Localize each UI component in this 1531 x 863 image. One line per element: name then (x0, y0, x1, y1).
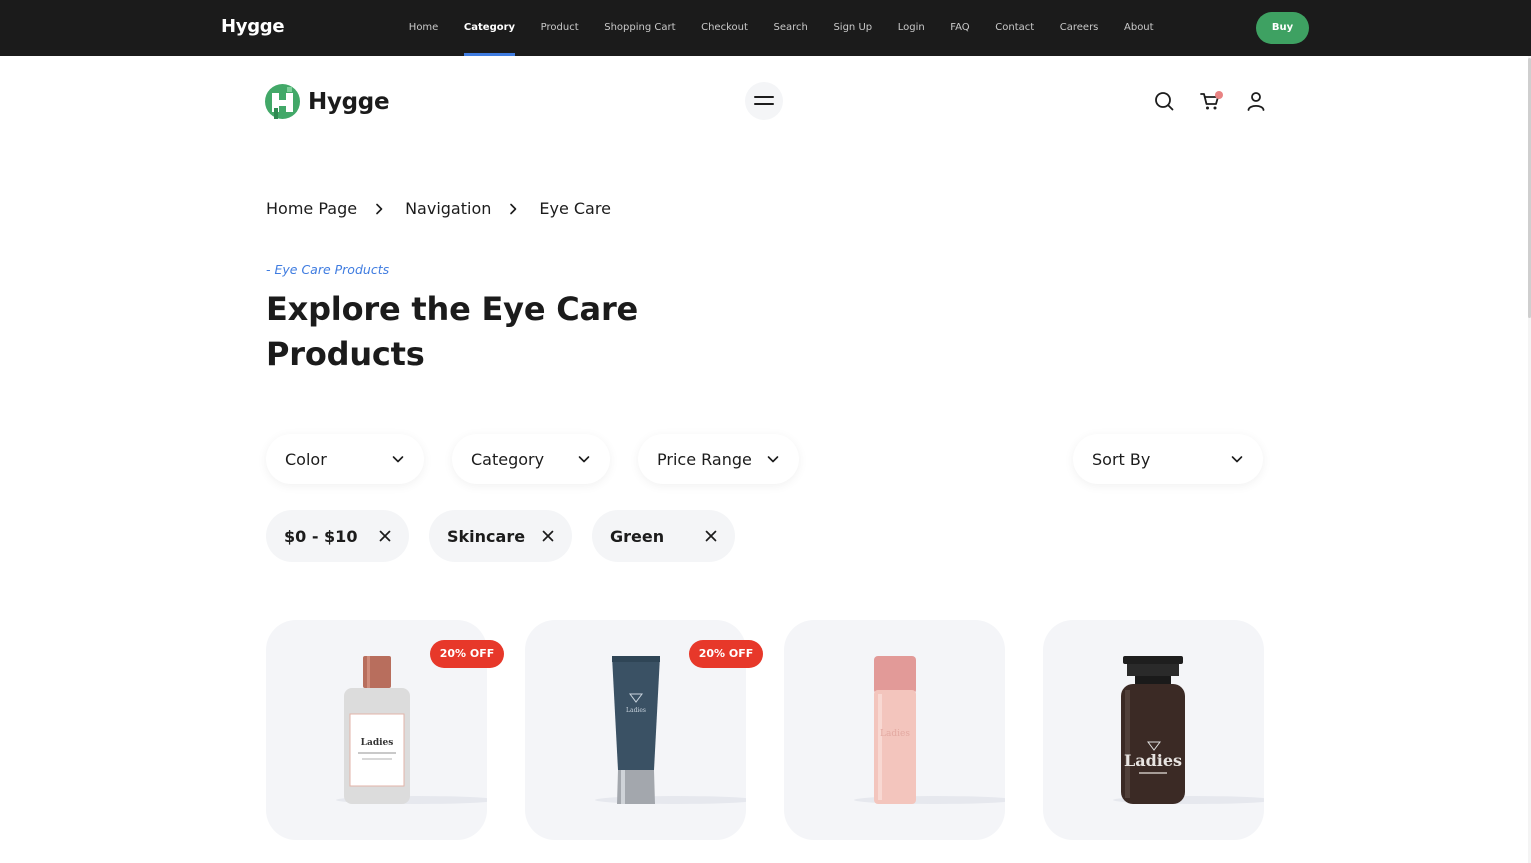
nav-item-about[interactable]: About (1111, 0, 1166, 56)
close-icon[interactable] (542, 530, 554, 542)
product-image: Ladies (854, 656, 1005, 804)
chevron-down-icon (1231, 456, 1243, 463)
product-label: Ladies (626, 707, 646, 714)
close-icon[interactable] (379, 530, 391, 542)
chevron-down-icon (392, 456, 404, 463)
menu-button[interactable] (745, 82, 783, 120)
color-filter-label: Color (285, 449, 327, 469)
chevron-down-icon (578, 456, 590, 463)
nav-item-search[interactable]: Search (761, 0, 821, 56)
chip-label: Skincare (447, 526, 526, 546)
nav-item-product[interactable]: Product (528, 0, 592, 56)
hygge-logo-icon (265, 84, 300, 119)
nav-item-contact[interactable]: Contact (982, 0, 1047, 56)
nav-item-sign-up[interactable]: Sign Up (821, 0, 885, 56)
filter-chip-price: $0 - $10 (266, 510, 409, 562)
breadcrumb-navigation[interactable]: Navigation (405, 199, 491, 218)
section-eyebrow: - Eye Care Products (266, 262, 390, 277)
search-icon[interactable] (1153, 90, 1175, 112)
sort-by-dropdown[interactable]: Sort By (1073, 434, 1263, 484)
page-title: Explore the Eye Care Products (266, 290, 639, 373)
price-range-filter-label: Price Range (657, 449, 752, 469)
chip-label: Green (610, 526, 665, 546)
nav-item-home[interactable]: Home (396, 0, 451, 56)
chevron-right-icon (510, 203, 517, 214)
nav-item-careers[interactable]: Careers (1047, 0, 1111, 56)
filter-chip-green: Green (592, 510, 735, 562)
price-range-filter-dropdown[interactable]: Price Range (638, 434, 799, 484)
top-navbar: Hygge Home Category Product Shopping Car… (0, 0, 1531, 56)
nav-item-shopping-cart[interactable]: Shopping Cart (591, 0, 688, 56)
sort-by-label: Sort By (1092, 449, 1151, 469)
topbar-brand[interactable]: Hygge (221, 16, 285, 37)
filter-chip-skincare: Skincare (429, 510, 572, 562)
close-icon[interactable] (705, 530, 717, 542)
product-card[interactable]: Ladies (784, 620, 1005, 840)
breadcrumb-eye-care: Eye Care (539, 199, 611, 218)
product-label: Ladies (880, 729, 910, 739)
chip-label: $0 - $10 (284, 526, 358, 546)
site-logo[interactable]: Hygge (265, 84, 390, 119)
discount-badge: 20% OFF (689, 640, 763, 668)
chevron-right-icon (376, 203, 383, 214)
logo-text: Hygge (308, 88, 390, 115)
color-filter-dropdown[interactable]: Color (266, 434, 424, 484)
discount-badge: 20% OFF (430, 640, 504, 668)
nav-item-faq[interactable]: FAQ (938, 0, 983, 56)
chevron-down-icon (767, 456, 779, 463)
cart-notification-dot (1215, 91, 1223, 99)
product-label: Ladies (1124, 751, 1182, 770)
nav-item-category[interactable]: Category (451, 0, 528, 56)
product-label: Ladies (361, 738, 394, 748)
breadcrumb: Home Page Navigation Eye Care (266, 199, 611, 218)
product-card[interactable]: Ladies (1043, 620, 1264, 840)
breadcrumb-home[interactable]: Home Page (266, 199, 357, 218)
top-nav-menu: Home Category Product Shopping Cart Chec… (396, 0, 1166, 56)
user-icon[interactable] (1245, 90, 1267, 112)
nav-item-checkout[interactable]: Checkout (688, 0, 760, 56)
buy-button[interactable]: Buy (1256, 12, 1309, 44)
menu-icon (754, 96, 774, 105)
product-image: Ladies (1113, 656, 1264, 804)
category-filter-label: Category (471, 449, 545, 469)
category-filter-dropdown[interactable]: Category (452, 434, 610, 484)
nav-item-login[interactable]: Login (885, 0, 938, 56)
